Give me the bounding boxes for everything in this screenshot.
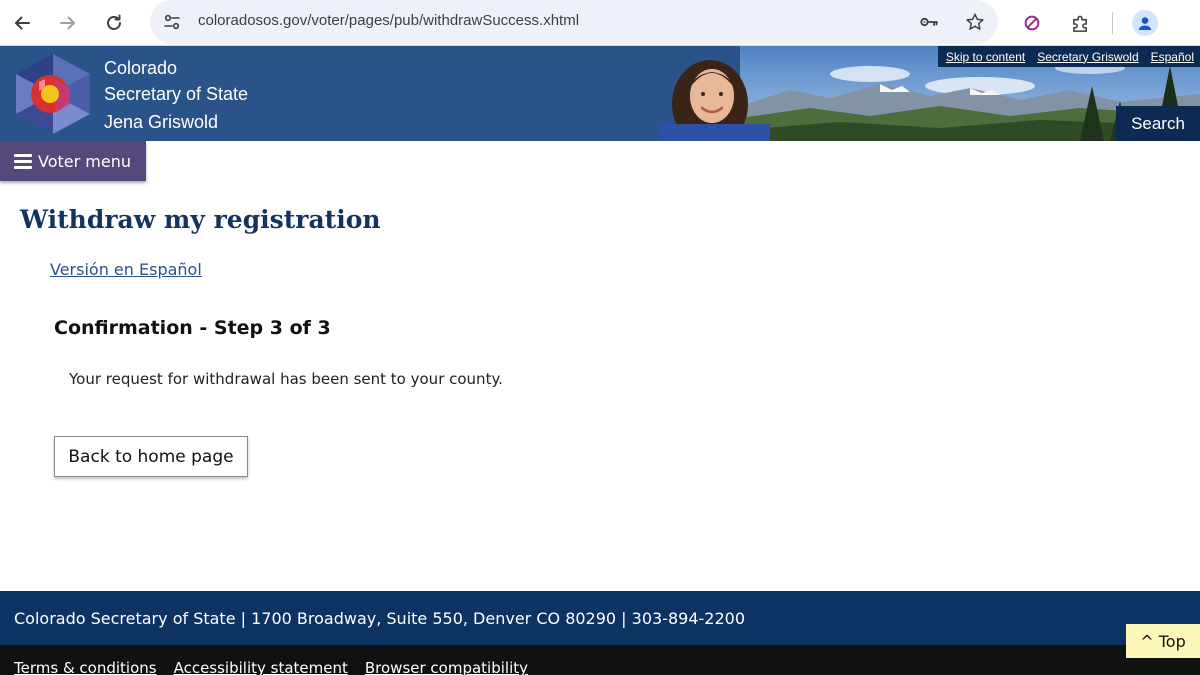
footer-links-bar: Terms & conditions Accessibility stateme… xyxy=(0,645,1200,675)
secretary-griswold-link[interactable]: Secretary Griswold xyxy=(1037,50,1138,64)
star-icon xyxy=(966,13,984,30)
block-icon xyxy=(1024,15,1040,31)
accessibility-link[interactable]: Accessibility statement xyxy=(174,659,348,675)
footer-address: Colorado Secretary of State | 1700 Broad… xyxy=(14,609,745,628)
reload-icon xyxy=(107,14,121,30)
bookmark-button[interactable] xyxy=(964,11,986,33)
puzzle-icon xyxy=(1072,15,1087,32)
extension-button[interactable] xyxy=(1019,10,1045,36)
browser-compatibility-link[interactable]: Browser compatibility xyxy=(365,659,528,675)
browser-toolbar: coloradosos.gov/voter/pages/pub/withdraw… xyxy=(0,0,1200,46)
voter-menu-label: Voter menu xyxy=(38,151,131,171)
reload-button[interactable] xyxy=(100,9,128,37)
arrow-left-icon xyxy=(15,16,30,30)
skip-to-content-link[interactable]: Skip to content xyxy=(946,50,1025,64)
brand-official[interactable]: Jena Griswold xyxy=(104,112,218,133)
site-header: Colorado Secretary of State Jena Griswol… xyxy=(0,46,1200,141)
site-info-button[interactable] xyxy=(162,12,182,32)
password-manager-button[interactable] xyxy=(918,11,940,33)
back-to-top-button[interactable]: ^ Top xyxy=(1126,624,1200,658)
back-button[interactable] xyxy=(8,9,36,37)
profile-icon xyxy=(1138,17,1152,30)
step-heading: Confirmation - Step 3 of 3 xyxy=(54,317,331,339)
toolbar-separator xyxy=(1112,12,1113,34)
utility-links: Skip to content Secretary Griswold Españ… xyxy=(937,46,1200,67)
colorado-sos-logo[interactable] xyxy=(12,52,94,136)
address-bar[interactable]: coloradosos.gov/voter/pages/pub/withdraw… xyxy=(150,0,998,44)
brand-office[interactable]: Secretary of State xyxy=(104,84,248,105)
terms-link[interactable]: Terms & conditions xyxy=(14,659,157,675)
spanish-version-link[interactable]: Versión en Español xyxy=(50,260,202,279)
arrow-right-icon xyxy=(60,16,75,30)
search-button[interactable]: Search xyxy=(1116,106,1200,141)
key-icon xyxy=(920,17,938,27)
tune-icon xyxy=(164,14,180,30)
forward-button[interactable] xyxy=(54,9,82,37)
url-text[interactable]: coloradosos.gov/voter/pages/pub/withdraw… xyxy=(198,12,579,29)
espanol-link[interactable]: Español xyxy=(1151,50,1194,64)
footer: Colorado Secretary of State | 1700 Broad… xyxy=(0,591,1200,645)
profile-button[interactable] xyxy=(1132,10,1158,36)
confirmation-message: Your request for withdrawal has been sen… xyxy=(69,370,503,388)
extensions-button[interactable] xyxy=(1067,10,1093,36)
voter-menu-button[interactable]: Voter menu xyxy=(0,141,146,181)
hamburger-icon xyxy=(14,153,32,169)
back-to-home-button[interactable]: Back to home page xyxy=(54,436,248,477)
page-title: Withdraw my registration xyxy=(20,205,381,234)
brand-state[interactable]: Colorado xyxy=(104,58,177,79)
